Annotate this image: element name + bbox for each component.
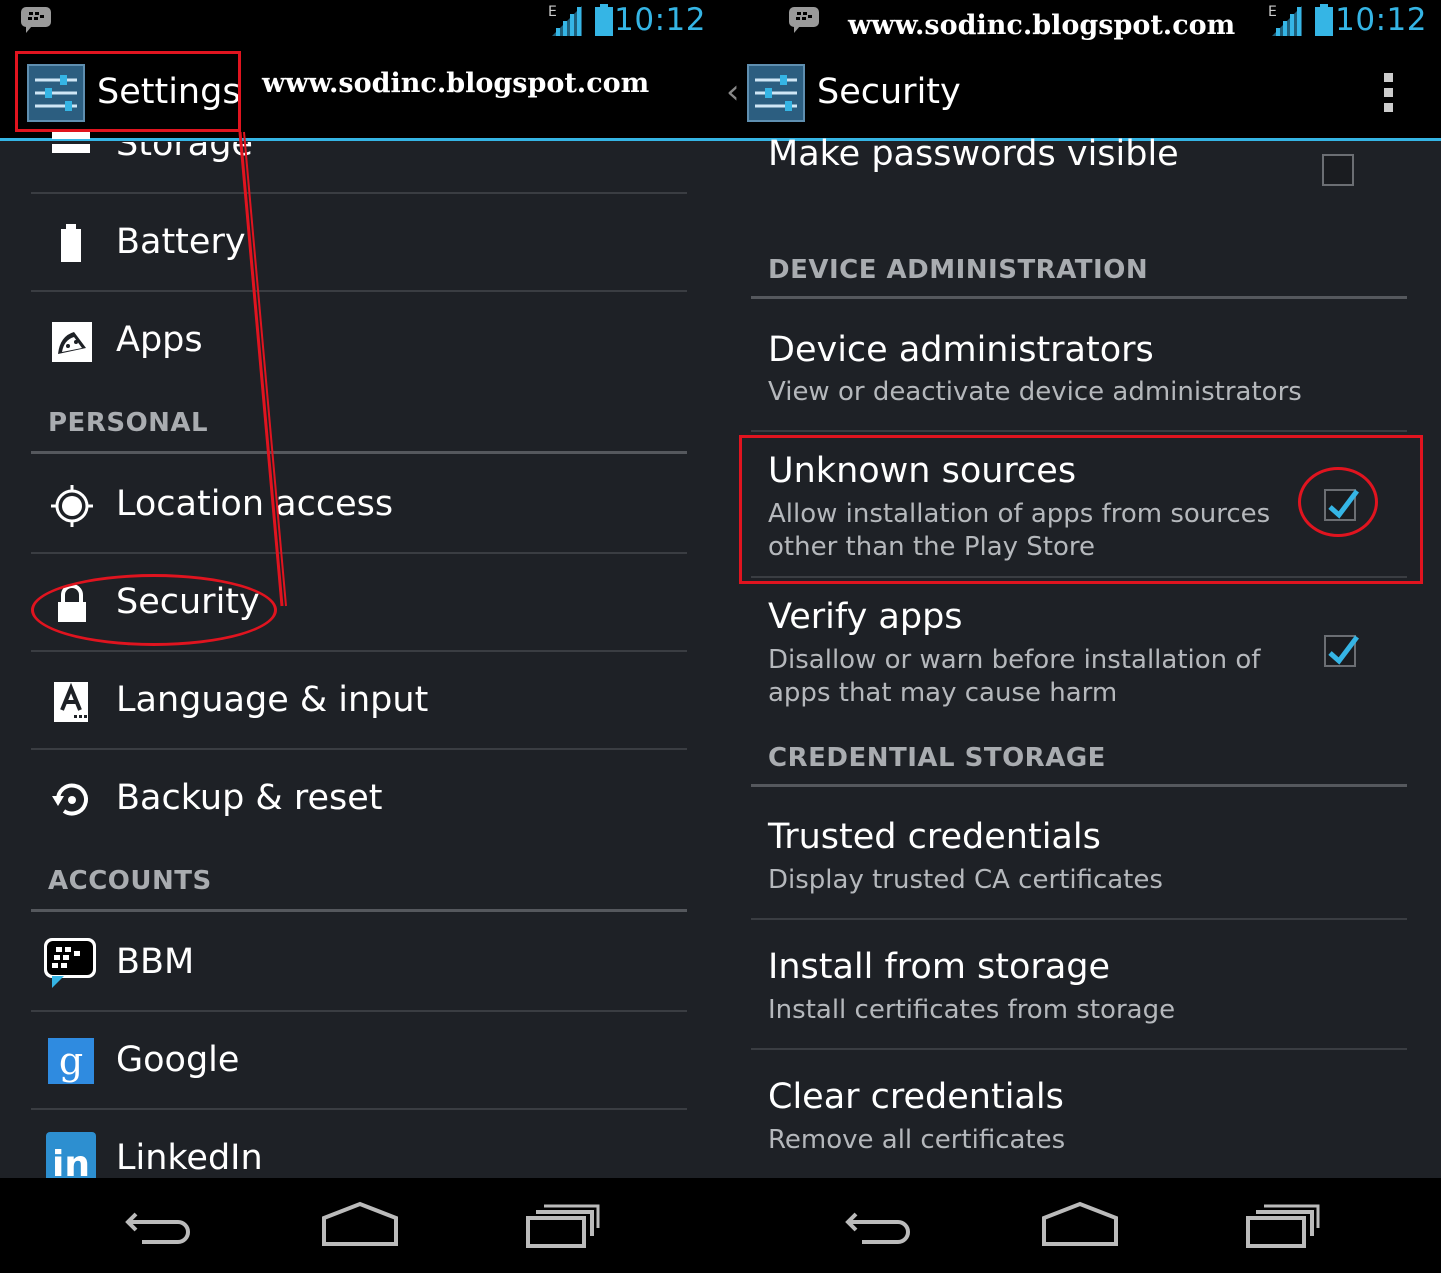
overflow-menu-icon[interactable] xyxy=(1383,73,1395,115)
apps-icon xyxy=(52,322,92,362)
settings-item-label: LinkedIn xyxy=(116,1138,263,1178)
action-bar-divider xyxy=(0,138,720,141)
battery-status-icon xyxy=(595,4,613,36)
pref-summary: Remove all certificates xyxy=(768,1125,1066,1155)
watermark: www.sodinc.blogspot.com xyxy=(262,68,650,99)
settings-item-label: Google xyxy=(116,1040,240,1080)
settings-item-label: Backup & reset xyxy=(116,778,383,818)
annotation-circle-security xyxy=(31,574,277,646)
signal-icon xyxy=(552,6,582,36)
section-divider xyxy=(31,909,687,912)
status-time: 10:12 xyxy=(1335,2,1427,38)
page-title: Security xyxy=(817,72,961,112)
section-divider xyxy=(751,296,1407,299)
pref-title: Make passwords visible xyxy=(768,134,1179,174)
section-divider xyxy=(31,451,687,454)
svg-text:g: g xyxy=(59,1039,83,1083)
divider xyxy=(751,430,1407,432)
pref-title: Trusted credentials xyxy=(768,817,1101,857)
section-divider xyxy=(751,784,1407,787)
divider xyxy=(31,192,687,194)
svg-text:in: in xyxy=(52,1144,90,1178)
google-icon: g xyxy=(48,1038,94,1084)
verify-apps-checkbox[interactable] xyxy=(1324,635,1359,667)
settings-app-icon[interactable] xyxy=(747,64,805,122)
pref-summary: Display trusted CA certificates xyxy=(768,865,1163,895)
status-time: 10:12 xyxy=(614,2,706,38)
recent-apps-button[interactable] xyxy=(522,1200,602,1250)
section-header-device-administration: DEVICE ADMINISTRATION xyxy=(768,255,1149,285)
divider xyxy=(31,552,687,554)
pref-title: Verify apps xyxy=(768,597,963,637)
linkedin-icon: in xyxy=(46,1132,96,1178)
location-icon xyxy=(51,485,93,527)
home-button[interactable] xyxy=(320,1200,400,1250)
bbm-notification-icon xyxy=(21,7,51,33)
battery-status-icon xyxy=(1315,4,1333,36)
battery-icon xyxy=(61,224,81,262)
security-screen: www.sodinc.blogspot.com E 10:12 ‹ Securi… xyxy=(720,0,1441,1273)
home-button[interactable] xyxy=(1040,1200,1120,1250)
pref-title: Device administrators xyxy=(768,330,1154,370)
navigation-bar xyxy=(720,1178,1441,1273)
make-passwords-visible-checkbox[interactable] xyxy=(1322,154,1354,186)
settings-item-label: BBM xyxy=(116,942,195,982)
section-header-accounts: ACCOUNTS xyxy=(48,866,212,896)
pref-title: Install from storage xyxy=(768,947,1111,987)
settings-screen: E 10:12 Settings www.sodinc.blogspot.com… xyxy=(0,0,720,1273)
status-bar: www.sodinc.blogspot.com E 10:12 xyxy=(720,0,1441,46)
navigation-bar xyxy=(0,1178,720,1273)
checkmark-icon xyxy=(1328,635,1359,665)
divider xyxy=(31,1010,687,1012)
section-header-credential-storage: CREDENTIAL STORAGE xyxy=(768,743,1106,773)
divider xyxy=(31,1108,687,1110)
divider xyxy=(751,1048,1407,1050)
divider xyxy=(31,748,687,750)
settings-item-label: Battery xyxy=(116,222,246,262)
pref-summary: View or deactivate device administrators xyxy=(768,377,1302,407)
divider xyxy=(31,290,687,292)
divider xyxy=(31,650,687,652)
keyboard-icon xyxy=(54,682,88,722)
settings-item-label: Apps xyxy=(116,320,203,360)
backup-icon xyxy=(52,783,88,816)
status-bar: E 10:12 xyxy=(0,0,720,46)
bbm-notification-icon xyxy=(789,7,819,33)
pref-summary: Install certificates from storage xyxy=(768,995,1176,1025)
watermark: www.sodinc.blogspot.com xyxy=(848,10,1236,41)
pref-summary-line1: Disallow or warn before installation of xyxy=(768,645,1261,675)
section-header-personal: PERSONAL xyxy=(48,408,209,438)
divider xyxy=(751,918,1407,920)
back-button[interactable] xyxy=(122,1200,202,1250)
up-caret-icon[interactable]: ‹ xyxy=(726,72,740,112)
bbm-icon xyxy=(44,938,96,988)
signal-icon xyxy=(1272,6,1302,36)
recent-apps-button[interactable] xyxy=(1242,1200,1322,1250)
settings-item-label: Language & input xyxy=(116,680,429,720)
pref-summary-line2: apps that may cause harm xyxy=(768,678,1118,708)
back-button[interactable] xyxy=(842,1200,922,1250)
annotation-circle-checkbox xyxy=(1298,467,1378,537)
settings-item-label: Location access xyxy=(116,484,394,524)
pref-title: Clear credentials xyxy=(768,1077,1064,1117)
annotation-highlight-settings xyxy=(15,51,241,132)
